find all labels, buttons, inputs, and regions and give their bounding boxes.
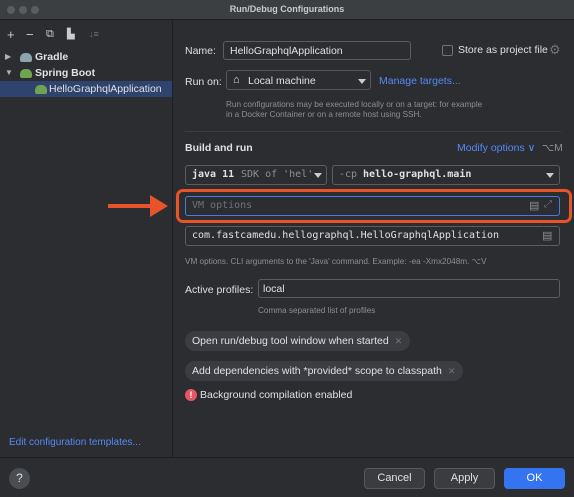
apply-button[interactable]: Apply — [434, 468, 495, 489]
gear-icon[interactable]: ⚙ — [549, 42, 561, 58]
vm-options-placeholder: VM options — [192, 200, 253, 211]
classpath-prefix: -cp — [339, 169, 358, 180]
chip-provided-scope: Add dependencies with *provided* scope t… — [185, 361, 464, 381]
document-icon[interactable]: ▤ — [542, 229, 552, 242]
vm-options-field[interactable]: VM options ▤ ⤢ — [185, 196, 560, 216]
sidebar: + − ⧉ ▙ ↓≡ ▶ Gradle ▼ Spring Boot HelloG… — [0, 20, 173, 457]
vm-options-hint: VM options. CLI arguments to the 'Java' … — [185, 257, 487, 266]
configuration-panel: Name: HelloGraphqlApplication Store as p… — [174, 20, 574, 457]
name-field-value: HelloGraphqlApplication — [230, 45, 343, 57]
manage-targets-link[interactable]: Manage targets... — [379, 75, 461, 87]
chevron-down-icon — [314, 173, 322, 178]
main-class-value: com.fastcamedu.hellographql.HelloGraphql… — [192, 230, 500, 241]
chevron-down-icon — [358, 79, 366, 84]
background-compilation-warning: Background compilation enabled — [200, 389, 353, 401]
modify-options-link[interactable]: Modify options ∨ — [457, 142, 535, 154]
modify-options-shortcut: ⌥M — [542, 142, 563, 154]
chip-label: Open run/debug tool window when started — [192, 335, 389, 347]
jdk-dropdown[interactable]: java 11 SDK of 'hel' — [185, 165, 327, 185]
name-label: Name: — [185, 45, 216, 57]
classpath-dropdown[interactable]: -cp hello-graphql.main — [332, 165, 560, 185]
store-as-project-file-checkbox[interactable] — [442, 45, 453, 56]
active-profiles-field[interactable]: local — [258, 279, 560, 298]
dialog-footer: ? Cancel Apply OK — [0, 457, 574, 497]
gradle-elephant-icon — [20, 53, 32, 62]
active-profiles-label: Active profiles: — [185, 284, 254, 296]
chip-label: Add dependencies with *provided* scope t… — [192, 365, 442, 377]
ok-button[interactable]: OK — [504, 468, 565, 489]
active-profiles-hint: Comma separated list of profiles — [258, 306, 376, 315]
sort-icon[interactable]: ↓≡ — [89, 28, 99, 41]
run-on-dropdown[interactable]: ⌂ Local machine — [226, 70, 371, 90]
tree-item-label: Gradle — [35, 51, 69, 63]
store-as-project-file-label[interactable]: Store as project file — [458, 44, 548, 56]
folder-icon[interactable]: ▙ — [67, 28, 75, 41]
close-icon[interactable]: ✕ — [448, 366, 464, 376]
spring-boot-run-icon — [35, 85, 47, 94]
close-icon[interactable]: ✕ — [395, 336, 411, 346]
home-icon: ⌂ — [233, 74, 240, 86]
classpath-value: hello-graphql.main — [363, 169, 472, 180]
annotation-arrow-icon — [108, 204, 152, 208]
tree-item-label: HelloGraphqlApplication — [49, 83, 162, 95]
run-on-label: Run on: — [185, 76, 222, 88]
jdk-suffix: SDK of 'hel' — [241, 169, 314, 180]
error-icon: ! — [185, 389, 197, 401]
run-on-hint-line-1: Run configurations may be executed local… — [226, 100, 483, 109]
chevron-right-icon[interactable]: ▶ — [5, 49, 11, 65]
remove-configuration-icon[interactable]: − — [26, 28, 34, 41]
tree-item-spring-boot[interactable]: ▼ Spring Boot — [0, 65, 172, 81]
main-class-field[interactable]: com.fastcamedu.hellographql.HelloGraphql… — [185, 226, 560, 246]
jdk-value: java 11 — [192, 169, 235, 180]
run-on-hint-line-2: in a Docker Container or on a remote hos… — [226, 110, 422, 119]
help-button[interactable]: ? — [9, 468, 30, 489]
divider — [185, 131, 561, 132]
annotation-arrow-head-icon — [150, 195, 168, 217]
tree-item-hellographqlapplication[interactable]: HelloGraphqlApplication — [0, 81, 172, 97]
build-and-run-heading: Build and run — [185, 142, 253, 154]
spring-boot-icon — [20, 69, 32, 78]
document-icon[interactable]: ▤ — [529, 199, 539, 212]
chip-open-tool-window: Open run/debug tool window when started ✕ — [185, 331, 411, 351]
add-configuration-icon[interactable]: + — [7, 28, 15, 41]
cancel-button[interactable]: Cancel — [364, 468, 425, 489]
chevron-down-icon — [546, 173, 554, 178]
edit-configuration-templates-link[interactable]: Edit configuration templates... — [9, 437, 141, 448]
window-title: Run/Debug Configurations — [229, 4, 345, 14]
title-bar: Run/Debug Configurations — [0, 0, 574, 20]
tree-item-gradle[interactable]: ▶ Gradle — [0, 49, 172, 65]
expand-icon[interactable]: ⤢ — [544, 199, 552, 210]
copy-configuration-icon[interactable]: ⧉ — [46, 28, 54, 41]
chevron-down-icon[interactable]: ▼ — [5, 65, 13, 81]
run-on-value: Local machine — [248, 75, 316, 87]
active-profiles-value: local — [263, 283, 285, 295]
tree-item-label: Spring Boot — [35, 67, 96, 79]
name-field[interactable]: HelloGraphqlApplication — [223, 41, 411, 60]
